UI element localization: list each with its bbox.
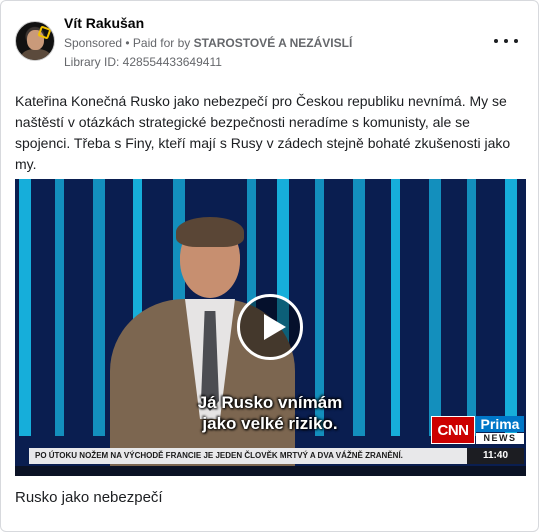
paid-for-prefix: • Paid for by [122, 36, 194, 50]
subtitle-line-1: Já Rusko vnímám [197, 393, 343, 412]
ad-card: Vít Rakušan Sponsored • Paid for by STAR… [0, 0, 539, 532]
play-icon[interactable] [237, 294, 303, 360]
paid-for-by[interactable]: STAROSTOVÉ A NEZÁVISLÍ [194, 36, 353, 50]
video-bottom-bar [15, 466, 526, 476]
video-caption[interactable]: Rusko jako nebezpečí [15, 489, 163, 506]
background-stripe [429, 179, 441, 436]
more-horizontal-icon[interactable] [494, 33, 518, 49]
background-stripe [505, 179, 517, 436]
author-name[interactable]: Vít Rakušan [64, 15, 144, 31]
news-logo: NEWS [476, 433, 524, 444]
news-ticker: PO ÚTOKU NOŽEM NA VÝCHODĚ FRANCIE JE JED… [29, 448, 467, 464]
broadcast-clock: 11:40 [467, 448, 524, 464]
background-stripe [391, 179, 400, 436]
background-stripe [93, 179, 105, 436]
post-body: Kateřina Konečná Rusko jako nebezpečí pr… [15, 93, 511, 172]
background-stripe [19, 179, 31, 436]
sponsored-line: Sponsored • Paid for by STAROSTOVÉ A NEZ… [64, 36, 352, 50]
subtitle-line-2: jako velké riziko. [202, 414, 338, 433]
avatar[interactable] [15, 21, 55, 61]
sponsored-label: Sponsored [64, 36, 123, 50]
background-stripe [55, 179, 64, 436]
background-stripe [467, 179, 476, 436]
prima-logo: Prima [476, 416, 524, 432]
library-id: Library ID: 428554433649411 [64, 55, 222, 69]
video-subtitle: Já Rusko vnímám jako velké riziko. [165, 392, 375, 434]
video-player[interactable]: Já Rusko vnímám jako velké riziko. CNN P… [15, 179, 526, 476]
cnn-logo: CNN [431, 416, 475, 444]
